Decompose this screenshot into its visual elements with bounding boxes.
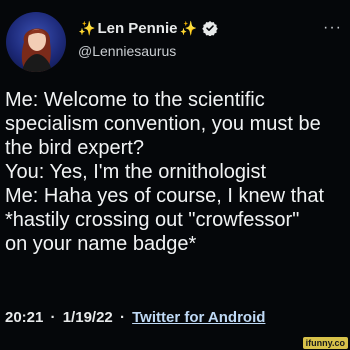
tweet-text-line: the bird expert?: [5, 137, 144, 159]
tweet-header: ✨ Len Pennie ✨ @Lenniesaurus: [78, 18, 308, 59]
verified-badge-icon: [202, 20, 218, 37]
tweet-time[interactable]: 20:21: [5, 309, 43, 326]
tweet-text: Me: Welcome to the scientific specialism…: [5, 88, 350, 256]
footer-separator: ·: [50, 309, 56, 326]
tweet-footer: 20:21 · 1/19/22 · Twitter for Android: [5, 309, 265, 326]
footer-separator: ·: [119, 309, 125, 326]
author-handle[interactable]: @Lenniesaurus: [78, 43, 308, 59]
tweet-source-link[interactable]: Twitter for Android: [132, 309, 265, 326]
avatar[interactable]: [6, 12, 66, 72]
watermark: ifunny.co: [302, 337, 348, 349]
profile-photo-icon: [21, 28, 52, 72]
sparkle-icon: ✨: [179, 20, 197, 36]
tweet-text-line: You: Yes, I'm the ornithologist: [5, 161, 267, 183]
tweet-text-line: *hastily crossing out "crowfessor": [5, 209, 300, 231]
author-display-name[interactable]: Len Pennie: [97, 20, 177, 37]
tweet-card: ✨ Len Pennie ✨ @Lenniesaurus ··· Me: Wel…: [0, 0, 350, 350]
sparkle-icon: ✨: [78, 20, 96, 36]
author-name-row[interactable]: ✨ Len Pennie ✨: [78, 18, 308, 38]
tweet-text-line: on your name badge*: [5, 233, 197, 255]
tweet-text-line: specialism convention, you must be: [5, 113, 321, 135]
tweet-text-line: Me: Welcome to the scientific: [5, 89, 265, 111]
tweet-date[interactable]: 1/19/22: [63, 309, 113, 326]
tweet-text-line: Me: Haha yes of course, I knew that: [5, 185, 325, 207]
more-options-icon[interactable]: ···: [323, 20, 342, 36]
